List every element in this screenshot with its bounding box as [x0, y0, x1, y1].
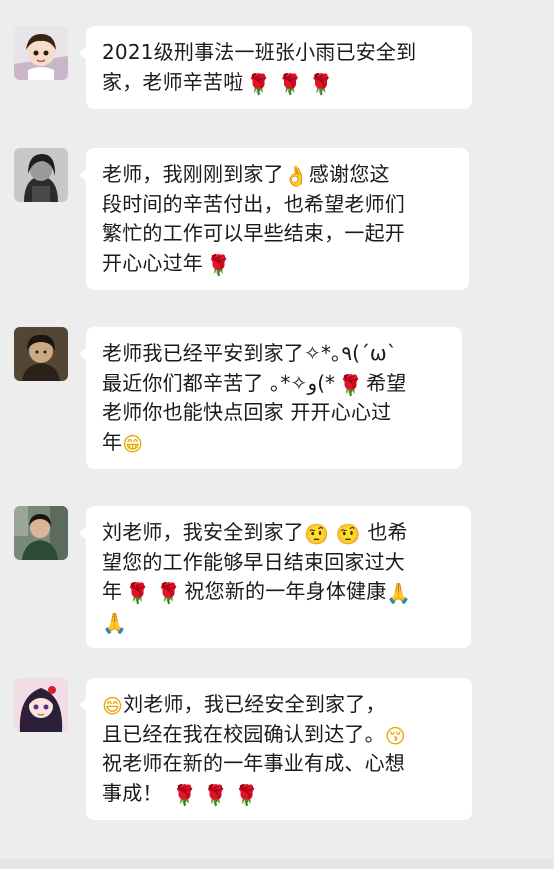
message-text-line: 2021级刑事法一班张小雨已安全到 [102, 40, 417, 64]
message-text-line: 繁忙的工作可以早些结束，一起开 [102, 221, 405, 245]
bottom-edge-bar [0, 859, 554, 869]
message-bubble[interactable]: 老师，我刚刚到家了👌感谢您这 段时间的辛苦付出，也希望老师们 繁忙的工作可以早些… [79, 148, 469, 290]
anime-girl-avatar-icon[interactable] [14, 678, 68, 732]
rose-emoji-icon: 🌹 [308, 71, 334, 96]
message-text-line: 希望 [366, 370, 407, 395]
rose-emoji-icon: 🌹 [203, 782, 229, 807]
message-text-line: 也希 [367, 520, 408, 544]
rose-emoji-icon: 🌹 [234, 782, 260, 807]
message-text-line: 祝老师在新的一年事业有成、心想 [102, 751, 405, 775]
raised-eyebrow-emoji-icon: 🤨 [304, 522, 330, 546]
rose-emoji-icon: 🌹 [246, 71, 272, 96]
grinning-face-emoji-icon: 😄 [102, 694, 124, 718]
ok-hand-emoji-icon: 👌 [283, 164, 309, 188]
folded-hands-emoji-icon: 🙏 [386, 581, 412, 605]
grinning-face-emoji-icon: 😁 [122, 431, 144, 456]
message-text-line: 老师我已经平安到家了✧*｡٩(ˊωˋ [102, 341, 398, 365]
rose-emoji-icon: 🌹 [172, 782, 198, 807]
message-bubble[interactable]: 刘老师，我安全到家了🤨 🤨 也希 望您的工作能够早日结束回家过大 年 🌹 🌹 祝您新的… [79, 506, 471, 648]
message-text-line: 段时间的辛苦付出，也希望老师们 [102, 191, 405, 216]
rose-emoji-icon: 🌹 [125, 581, 151, 605]
rose-emoji-icon: 🌹 [206, 252, 232, 277]
message-text-line: 老师你也能快点回家 开开心心过 [102, 400, 392, 424]
folded-hands-emoji-icon: 🙏 [102, 610, 128, 635]
dark-portrait-avatar-icon[interactable] [14, 148, 68, 202]
message-text-line: 祝您新的一年身体健康 [184, 579, 387, 603]
rose-emoji-icon: 🌹 [338, 372, 364, 397]
message-text-line: 年 [102, 579, 123, 603]
message-text-line: 家，老师辛苦啦 [102, 69, 244, 94]
cartoon-boy-avatar-icon[interactable] [14, 26, 68, 80]
message-bubble[interactable]: 2021级刑事法一班张小雨已安全到 家，老师辛苦啦 🌹 🌹 🌹 [79, 26, 472, 109]
message-text-line: 老师，我刚刚到家了 [102, 162, 284, 186]
photo-boy-avatar-icon[interactable] [14, 506, 68, 560]
message-text-line: 开心心过年 [102, 250, 203, 275]
message-bubble[interactable]: 老师我已经平安到家了✧*｡٩(ˊωˋ 最近你们都辛苦了 ｡*✧و(* 🌹 希望 老师… [79, 327, 462, 469]
message-bubble[interactable]: 😄刘老师，我已经安全到家了， 且已经在我在校园确认到达了。😚 祝老师在新的一年事… [79, 678, 472, 820]
chat-message-list[interactable]: 2021级刑事法一班张小雨已安全到 家，老师辛苦啦 🌹 🌹 🌹 老师，我刚刚到家了👌感… [0, 0, 554, 869]
rose-emoji-icon: 🌹 [156, 581, 182, 605]
message-text-line: 刘老师，我已经安全到家了， [123, 692, 386, 716]
message-text-line: 望您的工作能够早日结束回家过大 [102, 549, 405, 574]
message-text-line: 刘老师，我安全到家了 [102, 520, 304, 544]
rose-emoji-icon: 🌹 [277, 71, 303, 96]
message-text-line: 年 [102, 429, 123, 454]
message-text-line: 感谢您这 [308, 162, 390, 186]
sepia-portrait-avatar-icon[interactable] [14, 327, 68, 381]
kissing-face-emoji-icon: 😚 [384, 723, 406, 748]
message-text-line: 且已经在我在校园确认到达了。 [102, 721, 385, 746]
raised-eyebrow-emoji-icon: 🤨 [335, 522, 361, 546]
message-text-line: 最近你们都辛苦了 ｡*✧و(* [102, 370, 335, 395]
message-text-line: 事成！ [102, 780, 163, 805]
